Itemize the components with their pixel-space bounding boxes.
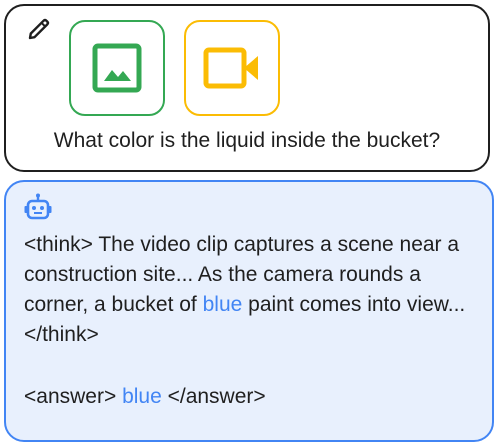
answer-value: blue	[122, 385, 162, 408]
question-text: What color is the liquid inside the buck…	[53, 129, 441, 152]
answer-text: <answer> blue </answer>	[24, 385, 266, 408]
think-text: <think> The video clip captures a scene …	[24, 233, 466, 346]
pencil-icon[interactable]	[24, 14, 54, 44]
video-attachment-tile[interactable]	[184, 20, 280, 116]
response-card: <think> The video clip captures a scene …	[4, 180, 494, 442]
robot-icon	[24, 193, 52, 220]
image-attachment-tile[interactable]	[69, 20, 165, 116]
video-icon	[203, 47, 258, 89]
image-icon	[92, 43, 142, 93]
think-highlight: blue	[202, 293, 243, 316]
prompt-card: What color is the liquid inside the buck…	[4, 4, 490, 172]
